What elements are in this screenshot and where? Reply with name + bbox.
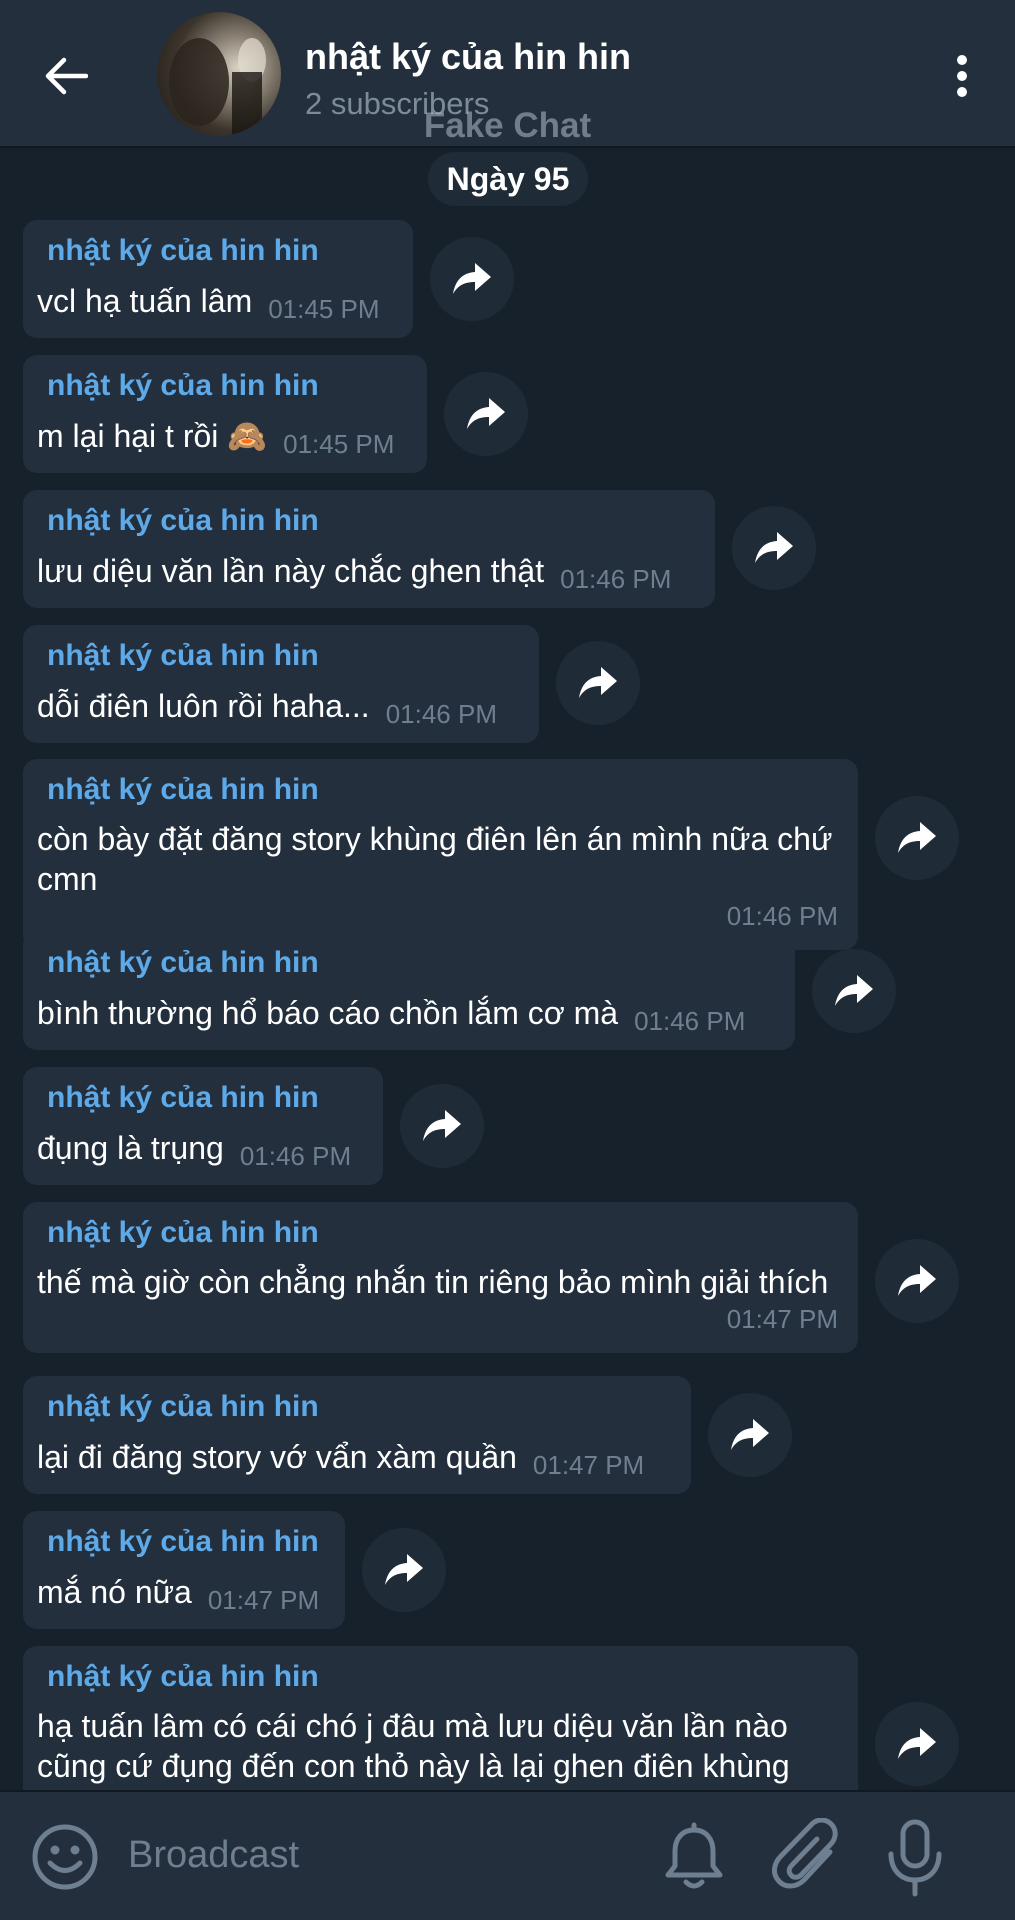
message-bubble[interactable]: nhật ký của hin hin đụng là trụng 01:46 … <box>23 1067 383 1185</box>
paperclip-icon <box>771 1817 838 1889</box>
message-text: vcl hạ tuấn lâm <box>37 283 253 319</box>
message-bubble[interactable]: nhật ký của hin hin bình thường hổ báo c… <box>23 932 795 1050</box>
message-text: hạ tuấn lâm có cái chó j đâu mà lưu diệu… <box>37 1708 790 1784</box>
message-bubble[interactable]: nhật ký của hin hin vcl hạ tuấn lâm 01:4… <box>23 220 413 338</box>
message-text: m lại hại t rồi 🙈 <box>37 418 268 454</box>
arrow-left-icon <box>45 57 88 95</box>
channel-title[interactable]: nhật ký của hin hin <box>305 36 631 78</box>
watermark-label: Fake Chat <box>423 106 592 145</box>
message-time: 01:46 PM <box>726 901 838 931</box>
forward-button[interactable] <box>875 1239 959 1323</box>
sender-name: nhật ký của hin hin <box>47 946 319 979</box>
share-forward-icon <box>385 1554 423 1585</box>
forward-button[interactable] <box>556 641 640 725</box>
share-forward-icon <box>898 822 936 853</box>
forward-button[interactable] <box>875 796 959 880</box>
message-text: đụng là trụng <box>37 1130 224 1166</box>
voice-record-button[interactable] <box>885 1818 945 1898</box>
message-item[interactable]: nhật ký của hin hin m lại hại t rồi 🙈 01… <box>23 355 427 473</box>
sender-name: nhật ký của hin hin <box>47 1525 319 1558</box>
broadcast-input[interactable] <box>128 1820 628 1890</box>
message-item[interactable]: nhật ký của hin hin vcl hạ tuấn lâm 01:4… <box>23 220 413 338</box>
attach-button[interactable] <box>771 1817 844 1896</box>
message-bubble[interactable]: nhật ký của hin hin thế mà giờ còn chẳng… <box>23 1202 858 1353</box>
message-bubble[interactable]: nhật ký của hin hin còn bày đặt đăng sto… <box>23 759 858 950</box>
sender-name: nhật ký của hin hin <box>47 234 319 267</box>
sender-name: nhật ký của hin hin <box>47 504 319 537</box>
date-separator: Ngày 95 <box>428 152 588 206</box>
more-menu-button[interactable] <box>940 38 984 114</box>
message-time: 01:46 PM <box>634 1006 746 1036</box>
message-time: 01:46 PM <box>239 1141 352 1171</box>
message-time: 01:45 PM <box>283 429 395 459</box>
back-button[interactable] <box>28 38 104 114</box>
message-text: bình thường hổ báo cáo chồn lắm cơ mà <box>37 995 619 1031</box>
message-item[interactable]: nhật ký của hin hin dỗi điên luôn rồi ha… <box>23 625 539 743</box>
message-item[interactable]: nhật ký của hin hin mắ nó nữa 01:47 PM <box>23 1511 345 1629</box>
forward-button[interactable] <box>875 1702 959 1786</box>
forward-button[interactable] <box>732 506 816 590</box>
emoji-button[interactable] <box>30 1822 100 1892</box>
share-forward-icon <box>835 975 873 1006</box>
message-item[interactable]: nhật ký của hin hin đụng là trụng 01:46 … <box>23 1067 383 1185</box>
message-text: lưu diệu văn lần này chắc ghen thật <box>37 553 545 589</box>
sender-name: nhật ký của hin hin <box>47 1216 319 1249</box>
message-bubble[interactable]: nhật ký của hin hin lại đi đăng story vớ… <box>23 1376 691 1494</box>
forward-button[interactable] <box>708 1393 792 1477</box>
sender-name: nhật ký của hin hin <box>47 1660 319 1693</box>
share-forward-icon <box>467 398 505 429</box>
message-item[interactable]: nhật ký của hin hin hạ tuấn lâm có cái c… <box>23 1646 858 1790</box>
message-text: lại đi đăng story vớ vẩn xàm quần <box>37 1439 517 1475</box>
message-list[interactable]: nhật ký của hin hin vcl hạ tuấn lâm 01:4… <box>0 0 1015 1790</box>
message-item[interactable]: nhật ký của hin hin lưu diệu văn lần này… <box>23 490 715 608</box>
forward-button[interactable] <box>430 237 514 321</box>
share-forward-icon <box>579 667 617 698</box>
sender-name: nhật ký của hin hin <box>47 773 319 806</box>
message-text: mắ nó nữa <box>37 1574 192 1610</box>
message-text: dỗi điên luôn rồi haha... <box>37 688 370 724</box>
message-bubble[interactable]: nhật ký của hin hin m lại hại t rồi 🙈 01… <box>23 355 427 473</box>
message-time: 01:46 PM <box>385 699 497 729</box>
message-item[interactable]: nhật ký của hin hin còn bày đặt đăng sto… <box>23 759 858 950</box>
message-bubble[interactable]: nhật ký của hin hin mắ nó nữa 01:47 PM <box>23 1511 345 1629</box>
forward-button[interactable] <box>444 372 528 456</box>
message-time: 01:46 PM <box>560 564 672 594</box>
message-text: còn bày đặt đăng story khùng điên lên án… <box>37 821 833 897</box>
forward-button[interactable] <box>812 949 896 1033</box>
composer-bar <box>0 1790 1015 1920</box>
sender-name: nhật ký của hin hin <box>47 1390 319 1423</box>
more-vertical-icon <box>957 55 967 97</box>
notification-toggle-button[interactable] <box>662 1822 726 1892</box>
message-time: 01:47 PM <box>532 1450 645 1480</box>
emoji-smile-icon <box>32 1824 98 1890</box>
message-bubble[interactable]: nhật ký của hin hin hạ tuấn lâm có cái c… <box>23 1646 858 1790</box>
sender-name: nhật ký của hin hin <box>47 1081 319 1114</box>
share-forward-icon <box>755 532 793 563</box>
message-time: 01:45 PM <box>268 294 380 324</box>
sender-name: nhật ký của hin hin <box>47 369 319 402</box>
message-text: thế mà giờ còn chẳng nhắn tin riêng bảo … <box>37 1264 829 1300</box>
share-forward-icon <box>423 1110 461 1141</box>
sender-name: nhật ký của hin hin <box>47 639 319 672</box>
message-item[interactable]: nhật ký của hin hin lại đi đăng story vớ… <box>23 1376 691 1494</box>
message-bubble[interactable]: nhật ký của hin hin lưu diệu văn lần này… <box>23 490 715 608</box>
share-forward-icon <box>898 1265 936 1296</box>
message-bubble[interactable]: nhật ký của hin hin dỗi điên luôn rồi ha… <box>23 625 539 743</box>
share-forward-icon <box>731 1419 769 1450</box>
share-forward-icon <box>453 263 491 294</box>
message-time: 01:47 PM <box>207 1585 320 1615</box>
forward-button[interactable] <box>362 1528 446 1612</box>
message-item[interactable]: nhật ký của hin hin bình thường hổ báo c… <box>23 932 795 1050</box>
forward-button[interactable] <box>400 1084 484 1168</box>
bell-icon <box>665 1822 723 1889</box>
message-item[interactable]: nhật ký của hin hin thế mà giờ còn chẳng… <box>23 1202 858 1353</box>
microphone-icon <box>888 1819 942 1897</box>
message-time: 01:47 PM <box>726 1304 838 1334</box>
share-forward-icon <box>898 1728 936 1759</box>
